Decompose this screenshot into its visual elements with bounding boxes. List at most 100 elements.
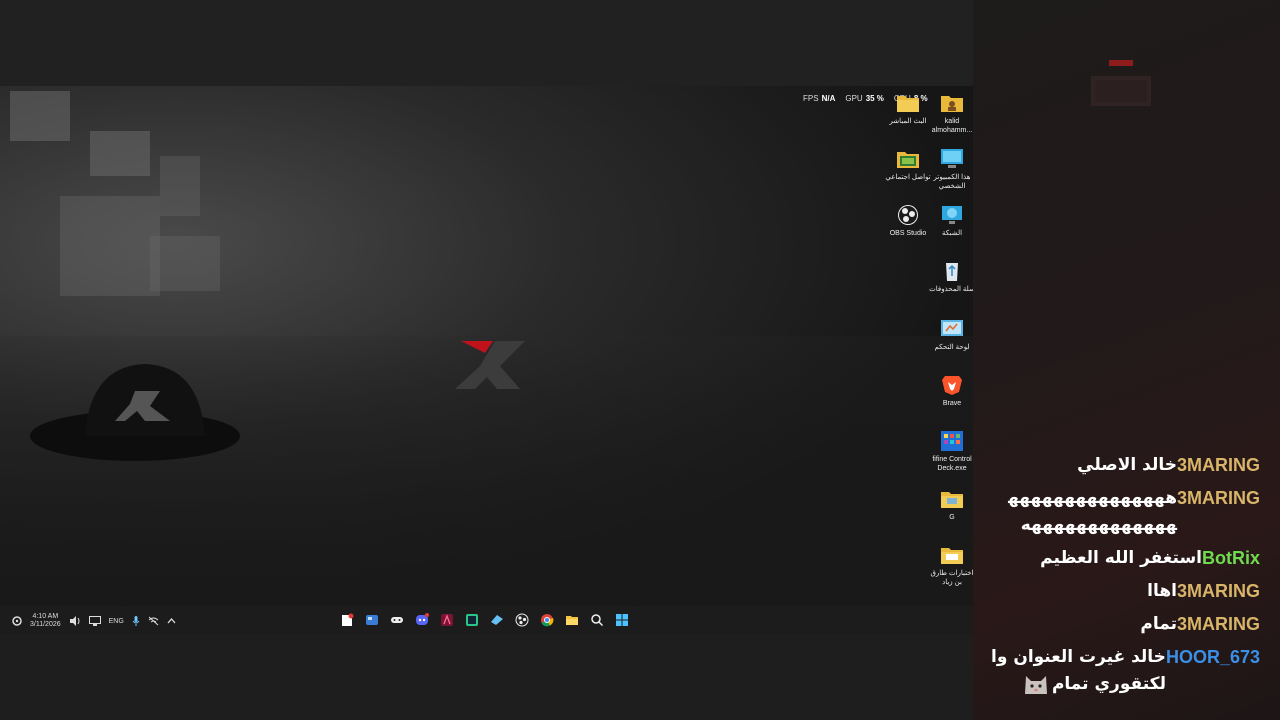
wallpaper-hat (30, 364, 240, 461)
desktop-icon-label: Brave (942, 400, 962, 407)
wallpaper-photo (90, 131, 150, 176)
folder-icon (897, 96, 919, 112)
taskbar-app-obs[interactable] (513, 611, 531, 629)
brave-icon (942, 376, 962, 395)
chat-username[interactable]: 3MARING (1177, 578, 1260, 605)
desktop-icon-label: G (949, 514, 955, 521)
widgets-icon (366, 615, 378, 625)
desktop-icon-label: الشبكة (941, 230, 963, 237)
wallpaper-photo (160, 156, 200, 216)
stream-layout: FPSN/AGPU35 %CPU8 % kalid almohamm... ال… (0, 0, 1280, 720)
taskbar-app-affinity[interactable] (438, 611, 456, 629)
notes-icon (342, 613, 354, 626)
desktop-icon-brave[interactable]: Brave (928, 374, 973, 408)
wallpaper-map (60, 196, 160, 296)
recycle-bin-icon (946, 263, 958, 281)
chat-messages: 3MARING خالد الاصلي 3MARING هههههههههههه… (973, 452, 1280, 704)
chat-message: 3MARING اهاا (973, 578, 1280, 605)
start-icon (616, 614, 628, 626)
desktop-icon-user-folder[interactable]: kalid almohamm... (928, 92, 973, 135)
chevron-up-icon[interactable] (167, 617, 176, 625)
taskbar: 4:10 AM 3/11/2026 ENG (0, 606, 973, 634)
desktop-icon-label: تواصل اجتماعي (885, 174, 931, 181)
chat-username[interactable]: 3MARING (1177, 485, 1260, 512)
taskbar-search[interactable] (588, 611, 606, 629)
chat-message: 3MARING خالد الاصلي (973, 452, 1280, 479)
desktop-icon-recycle-bin[interactable]: سلة المحذوفات (928, 260, 973, 294)
obs-icon (515, 613, 529, 627)
desktop-icon-label: لوحة التحكم (934, 344, 970, 351)
chat-username[interactable]: HOOR_673 (1166, 644, 1260, 671)
stream-chat-panel: 3MARING خالد الاصلي 3MARING هههههههههههه… (973, 0, 1280, 720)
wallpaper-photo (10, 91, 70, 141)
fps-label: FPS (803, 94, 819, 103)
chat-username[interactable]: 3MARING (1177, 452, 1260, 479)
language-indicator[interactable]: ENG (109, 618, 124, 625)
desktop-capture: FPSN/AGPU35 %CPU8 % kalid almohamm... ال… (0, 86, 973, 606)
desktop-icon-g-folder[interactable]: G (928, 488, 973, 522)
chat-text: خالد غيرت العنوان والكتقوري تمام (988, 644, 1166, 698)
taskbar-app-notes[interactable] (338, 611, 356, 629)
display-icon[interactable] (88, 616, 101, 626)
steam-icon (491, 615, 503, 625)
network-icon (942, 206, 962, 224)
chat-username[interactable]: BotRix (1202, 545, 1260, 572)
stream-chat-logo (1091, 60, 1151, 106)
clock-date: 3/11/2026 (30, 621, 61, 628)
gpu-value: 35 % (865, 94, 884, 103)
chat-text: خالد الاصلي (1077, 455, 1177, 475)
desktop-icon-network[interactable]: الشبكة (928, 204, 973, 238)
taskbar-start[interactable] (613, 611, 631, 629)
gpu-label: GPU (845, 94, 863, 103)
microphone-icon[interactable] (132, 616, 140, 626)
top-band (0, 0, 975, 86)
folder-icon (897, 152, 919, 168)
chat-text: استغفر الله العظيم (1040, 548, 1202, 568)
folder-icon (941, 548, 963, 564)
desktop-icon-label: OBS Studio (889, 230, 927, 237)
chat-text-body: خالد غيرت العنوان والكتقوري تمام (991, 647, 1166, 694)
discord-icon (416, 613, 429, 625)
taskbar-app-discord[interactable] (413, 611, 431, 629)
taskbar-apps (338, 611, 631, 629)
computer-icon (941, 149, 963, 168)
terminal-icon (466, 614, 478, 626)
taskbar-app-gamepad[interactable] (388, 611, 406, 629)
chrome-icon (541, 614, 554, 627)
affinity-icon (441, 614, 453, 626)
taskbar-app-steam[interactable] (488, 611, 506, 629)
clock[interactable]: 4:10 AM 3/11/2026 (30, 613, 61, 629)
taskbar-app-chrome[interactable] (538, 611, 556, 629)
desktop-icon-this-pc[interactable]: هذا الكمبيوتر الشخصي (928, 148, 973, 191)
search-icon (591, 614, 604, 627)
chat-text: اهاا (1147, 581, 1177, 601)
control-panel-icon (941, 320, 963, 336)
desktop-icon-social-folder[interactable]: تواصل اجتماعي (884, 148, 932, 182)
desktop-icon-live-folder[interactable]: البث المباشر (884, 92, 932, 126)
desktop-icon-label: سلة المحذوفات (929, 286, 973, 293)
desktop-icon-label: fifine Control Deck.exe (932, 456, 972, 472)
chat-message: 3MARING ههههههههههههههههههههههههههههه (973, 485, 1280, 539)
app-grid-icon (941, 431, 963, 451)
desktop-icon-label: البث المباشر (889, 118, 927, 125)
desktop-icon-control-panel[interactable]: لوحة التحكم (928, 318, 973, 352)
volume-icon[interactable] (69, 616, 81, 626)
desktop-icon-label: اختبارات طارق بن زياد (930, 570, 973, 586)
desktop-icon-tests-folder[interactable]: اختبارات طارق بن زياد (928, 544, 973, 587)
chat-message: 3MARING تمام (973, 611, 1280, 638)
clock-time: 4:10 AM (32, 613, 59, 620)
folder-icon (941, 492, 963, 508)
desktop-icon-fifine[interactable]: fifine Control Deck.exe (928, 430, 973, 473)
taskbar-app-widgets[interactable] (363, 611, 381, 629)
chat-text: ههههههههههههههههههههههههههههه (1008, 488, 1177, 535)
chat-username[interactable]: 3MARING (1177, 611, 1260, 638)
obs-icon (898, 205, 918, 225)
chat-text: تمام (1140, 614, 1177, 634)
desktop-icon-obs[interactable]: OBS Studio (884, 204, 932, 238)
settings-icon[interactable] (12, 616, 22, 626)
fps-value: N/A (821, 94, 836, 103)
taskbar-app-terminal[interactable] (463, 611, 481, 629)
taskbar-app-file-explorer[interactable] (563, 611, 581, 629)
file-explorer-icon (566, 616, 578, 625)
network-off-icon[interactable] (148, 616, 159, 626)
